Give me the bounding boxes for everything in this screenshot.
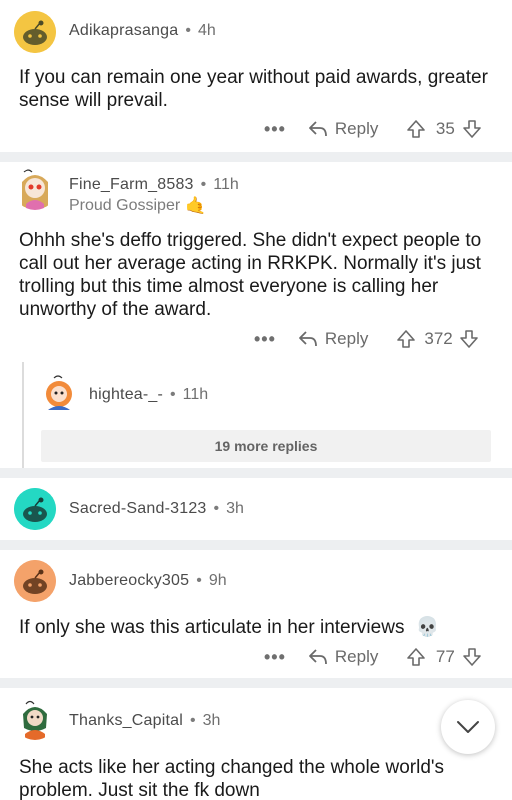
separator-dot: • xyxy=(189,712,196,729)
comment-separator xyxy=(0,678,512,688)
chevron-down-icon xyxy=(457,721,479,733)
username[interactable]: Jabbereocky305 xyxy=(69,572,189,590)
reply-arrow-icon xyxy=(299,331,317,347)
more-replies-button[interactable]: 19 more replies xyxy=(41,430,491,462)
upvote-arrow-icon[interactable] xyxy=(396,329,416,349)
vote-score: 35 xyxy=(435,119,455,138)
comment-body: If only she was this articulate in her i… xyxy=(19,616,490,639)
more-options-button[interactable]: ••• xyxy=(264,648,286,666)
scroll-next-comment-button[interactable] xyxy=(441,700,495,754)
avatar[interactable] xyxy=(38,372,80,414)
vote-score: 77 xyxy=(435,647,455,666)
username[interactable]: Fine_Farm_8583 xyxy=(69,176,194,194)
comment-3: Sacred-Sand-3123 • 3h xyxy=(0,478,512,540)
vote-score: 372 xyxy=(424,329,453,348)
reply-button[interactable]: Reply xyxy=(298,329,368,349)
comment-1: Adikaprasanga • 4h If you can remain one… xyxy=(0,0,512,152)
snoo-avatar-icon xyxy=(14,168,56,210)
more-options-button[interactable]: ••• xyxy=(254,330,276,348)
comment-4: Jabbereocky305 • 9h If only she was this… xyxy=(0,550,512,678)
timestamp: 11h xyxy=(182,386,209,403)
snoo-avatar-icon xyxy=(14,488,56,530)
avatar[interactable] xyxy=(14,488,56,530)
username[interactable]: Thanks_Capital xyxy=(69,712,183,730)
reply-button[interactable]: Reply xyxy=(308,647,378,667)
avatar[interactable] xyxy=(14,698,56,740)
separator-dot: • xyxy=(185,22,191,39)
comment-separator xyxy=(0,468,512,478)
reply-arrow-icon xyxy=(309,649,327,665)
comment-text: If only she was this articulate in her i… xyxy=(19,617,405,638)
downvote-arrow-icon[interactable] xyxy=(459,329,479,349)
avatar[interactable] xyxy=(14,11,56,53)
comment-5: Thanks_Capital • 3h She acts like her ac… xyxy=(0,688,512,800)
comment-body: Ohhh she's deffo triggered. She didn't e… xyxy=(19,230,482,320)
comment-separator xyxy=(0,540,512,550)
reply-label: Reply xyxy=(324,329,369,348)
timestamp: 3h xyxy=(226,500,244,517)
username[interactable]: hightea-_- xyxy=(89,386,163,404)
reply-arrow-icon xyxy=(309,121,327,137)
snoo-avatar-icon xyxy=(38,372,80,414)
separator-dot: • xyxy=(170,386,176,403)
comment-separator xyxy=(0,152,512,162)
thread-line[interactable] xyxy=(22,362,24,468)
separator-dot: • xyxy=(213,500,220,517)
timestamp: 9h xyxy=(208,572,227,589)
comment-2: Fine_Farm_8583 • 11h Proud Gossiper 🤙 Oh… xyxy=(0,162,512,468)
skull-icon: 💀 xyxy=(415,617,440,638)
snoo-avatar-icon xyxy=(14,560,56,602)
timestamp: 4h xyxy=(197,22,216,39)
timestamp: 3h xyxy=(202,712,221,729)
timestamp: 11h xyxy=(213,176,239,193)
username[interactable]: Sacred-Sand-3123 xyxy=(69,500,207,518)
more-options-button[interactable]: ••• xyxy=(264,120,286,138)
username[interactable]: Adikaprasanga xyxy=(69,22,178,40)
reply-button[interactable]: Reply xyxy=(308,119,378,139)
comment-body: If you can remain one year without paid … xyxy=(19,67,488,111)
snoo-avatar-icon xyxy=(14,698,56,740)
reply-label: Reply xyxy=(334,119,379,138)
user-flair: Proud Gossiper xyxy=(69,197,181,214)
separator-dot: • xyxy=(200,176,207,193)
upvote-arrow-icon[interactable] xyxy=(406,647,426,667)
reply-label: Reply xyxy=(334,647,379,666)
avatar[interactable] xyxy=(14,560,56,602)
downvote-arrow-icon[interactable] xyxy=(462,119,482,139)
avatar[interactable] xyxy=(14,168,56,210)
separator-dot: • xyxy=(196,572,202,589)
downvote-arrow-icon[interactable] xyxy=(462,647,482,667)
upvote-arrow-icon[interactable] xyxy=(406,119,426,139)
snoo-avatar-icon xyxy=(14,11,56,53)
call-me-hand-icon: 🤙 xyxy=(185,196,207,215)
comment-body: She acts like her acting changed the who… xyxy=(19,757,445,800)
